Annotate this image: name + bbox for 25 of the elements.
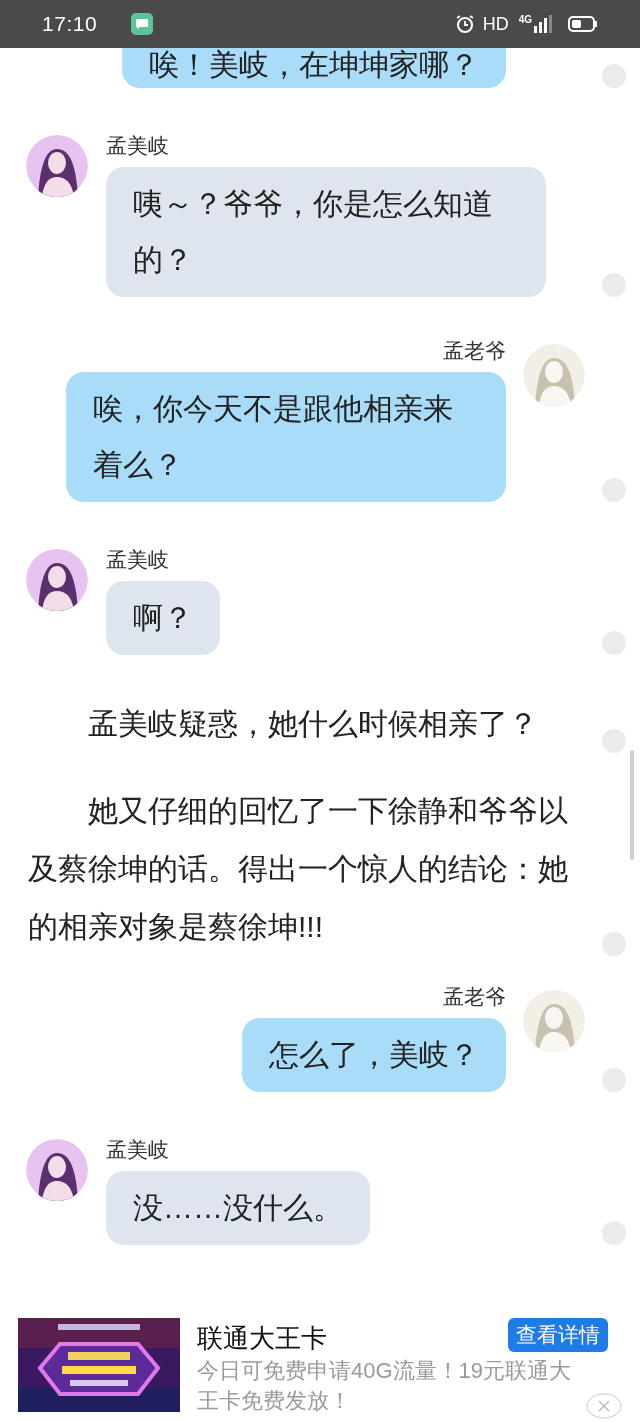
signal-label: 4G xyxy=(518,15,532,25)
message-bubble: 啊？ xyxy=(106,581,220,655)
ad-title: 联通大王卡 xyxy=(197,1322,327,1354)
clock-time: 17:10 xyxy=(42,11,98,38)
close-icon[interactable] xyxy=(586,1393,622,1419)
message-bubble: 咦～？爷爷，你是怎么知道的？ xyxy=(106,167,546,297)
sender-name: 孟老爷 xyxy=(443,340,506,362)
sender-name: 孟老爷 xyxy=(443,986,506,1008)
message-bubble: 唉！美岐，在坤坤家哪？ xyxy=(122,48,506,88)
scrollbar-thumb[interactable] xyxy=(630,750,634,860)
battery-icon xyxy=(568,16,598,32)
details-button[interactable]: 查看详情 xyxy=(508,1318,608,1352)
alarm-icon xyxy=(454,14,475,34)
sender-name: 孟美岐 xyxy=(106,1139,169,1161)
ad-description: 今日可免费申请40G流量！19元联通大王卡免费发放！ xyxy=(197,1357,573,1415)
network-label: HD xyxy=(482,12,509,36)
sender-name: 孟美岐 xyxy=(106,135,169,157)
signal-icon xyxy=(534,15,552,33)
message-bubble: 怎么了，美岐？ xyxy=(242,1018,506,1092)
message-bubble: 没……没什么。 xyxy=(106,1171,370,1245)
message-icon xyxy=(131,13,154,35)
sender-name: 孟美岐 xyxy=(106,549,169,571)
narration-text: 孟美岐疑惑，她什么时候相亲了？ xyxy=(87,706,539,742)
message-bubble: 唉，你今天不是跟他相亲来着么？ xyxy=(66,372,506,502)
narration-text: 她又仔细的回忆了一下徐静和爷爷以及蔡徐坤的话。得出一个惊人的结论：她的相亲对象是蔡徐坤!!! xyxy=(28,793,569,945)
